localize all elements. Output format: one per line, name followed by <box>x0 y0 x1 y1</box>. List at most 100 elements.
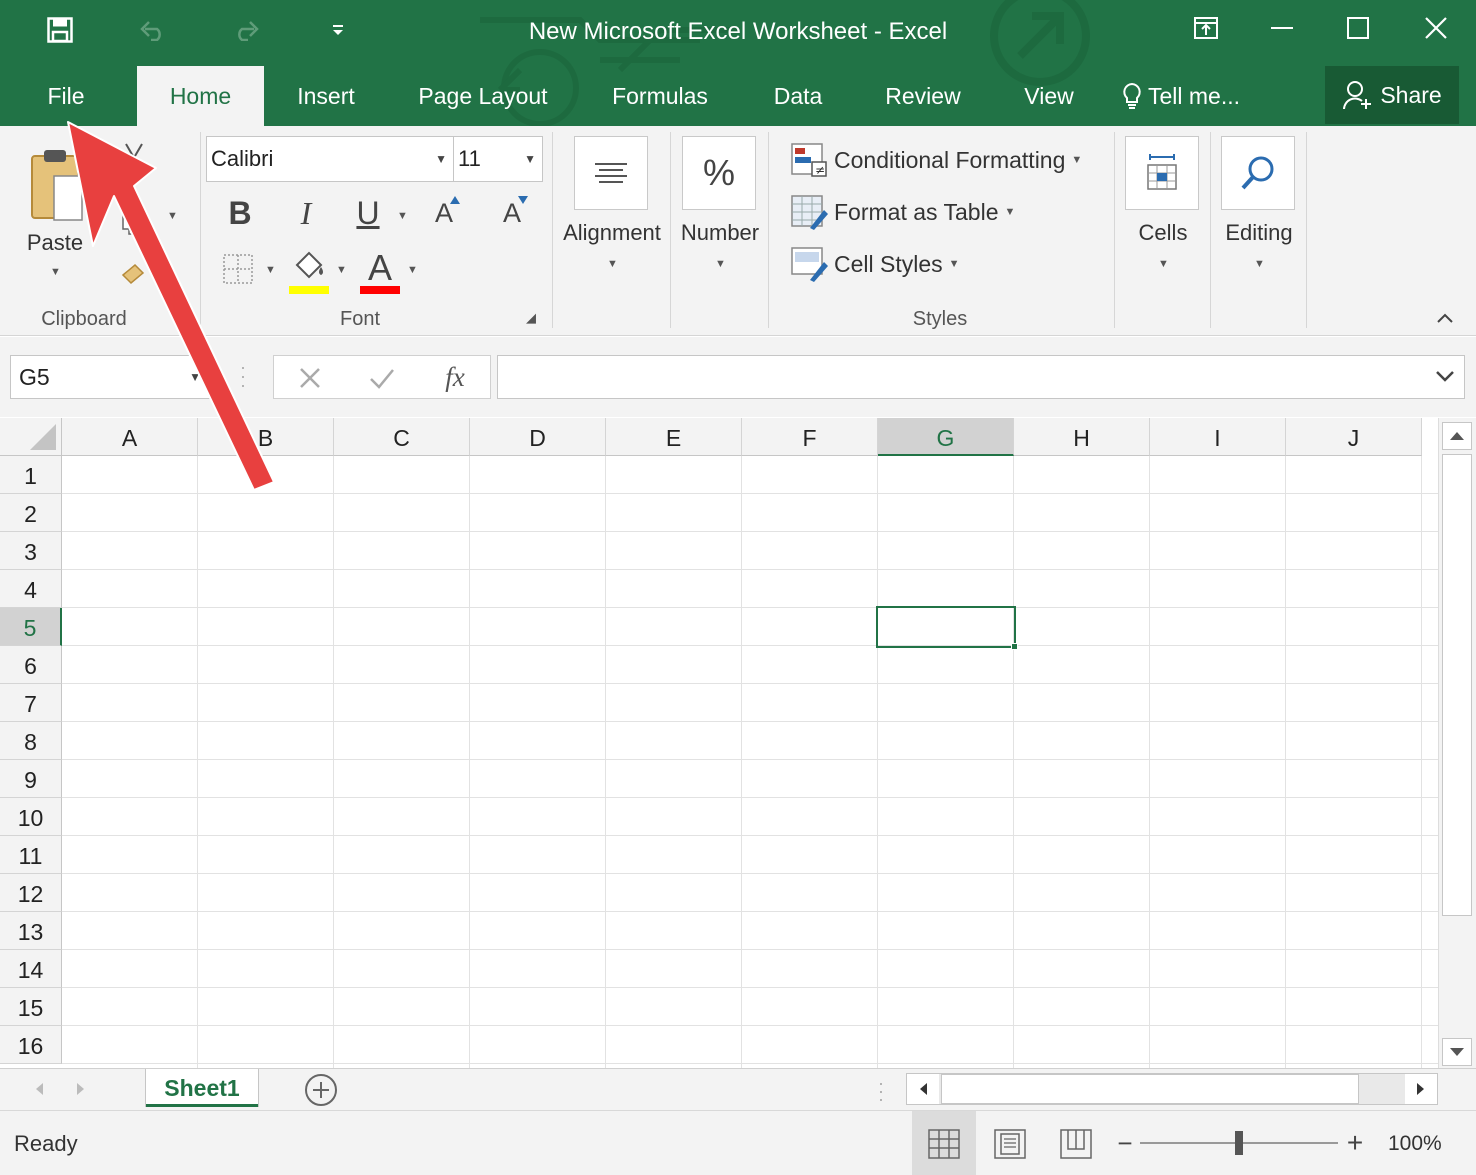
cut-icon[interactable] <box>112 138 156 182</box>
enter-checkmark-icon[interactable] <box>362 364 402 392</box>
cells-dropdown-icon[interactable]: ▼ <box>1158 258 1169 270</box>
new-sheet-icon[interactable] <box>302 1071 340 1109</box>
column-header-h[interactable]: H <box>1014 418 1150 456</box>
horizontal-scroll-thumb[interactable] <box>941 1074 1359 1104</box>
normal-view-button[interactable] <box>912 1111 976 1175</box>
format-as-table-button[interactable]: Format as Table ▼ <box>790 192 1015 232</box>
tab-view[interactable]: View <box>1012 66 1086 126</box>
paste-dropdown-icon[interactable]: ▼ <box>50 266 61 278</box>
tab-review[interactable]: Review <box>876 66 970 126</box>
vertical-scrollbar[interactable] <box>1438 418 1476 1068</box>
font-launcher-icon[interactable]: ◢ <box>526 310 536 326</box>
row-header-2[interactable]: 2 <box>0 494 62 532</box>
tab-file[interactable]: File <box>30 66 102 126</box>
row-header-15[interactable]: 15 <box>0 988 62 1026</box>
minimize-button[interactable] <box>1256 8 1308 48</box>
conditional-formatting-button[interactable]: ≠ Conditional Formatting ▼ <box>790 140 1082 180</box>
row-header-12[interactable]: 12 <box>0 874 62 912</box>
copy-icon[interactable] <box>112 198 156 242</box>
zoom-slider-thumb[interactable] <box>1235 1131 1243 1155</box>
row-header-14[interactable]: 14 <box>0 950 62 988</box>
row-header-5[interactable]: 5 <box>0 608 62 646</box>
tab-insert[interactable]: Insert <box>283 66 369 126</box>
tab-formulas[interactable]: Formulas <box>600 66 720 126</box>
next-sheet-icon[interactable] <box>70 1077 92 1101</box>
underline-button[interactable]: U <box>350 190 386 236</box>
splitter-handle[interactable]: · · · <box>240 358 246 394</box>
alignment-button[interactable] <box>574 136 648 210</box>
fill-color-icon[interactable] <box>287 244 331 294</box>
font-size-combobox[interactable]: 11 ▼ <box>453 136 543 182</box>
scroll-thumb[interactable] <box>1442 454 1472 916</box>
tab-splitter-handle[interactable]: · · · <box>878 1074 884 1108</box>
column-header-i[interactable]: I <box>1150 418 1286 456</box>
font-color-dropdown-icon[interactable]: ▼ <box>407 264 418 276</box>
font-name-combobox[interactable]: Calibri ▼ <box>206 136 454 182</box>
paste-button[interactable] <box>20 138 90 230</box>
chevron-down-icon[interactable]: ▼ <box>189 356 201 398</box>
row-header-1[interactable]: 1 <box>0 456 62 494</box>
borders-dropdown-icon[interactable]: ▼ <box>265 264 276 276</box>
expand-formula-bar-icon[interactable] <box>1434 368 1456 384</box>
column-header-f[interactable]: F <box>742 418 878 456</box>
zoom-in-button[interactable]: + <box>1342 1127 1368 1158</box>
tab-home[interactable]: Home <box>137 66 264 126</box>
row-header-16[interactable]: 16 <box>0 1026 62 1064</box>
horizontal-scrollbar[interactable] <box>906 1073 1438 1105</box>
column-header-c[interactable]: C <box>334 418 470 456</box>
row-header-3[interactable]: 3 <box>0 532 62 570</box>
column-header-g[interactable]: G <box>878 418 1014 456</box>
row-header-10[interactable]: 10 <box>0 798 62 836</box>
sheet-tab-sheet1[interactable]: Sheet1 <box>146 1069 258 1107</box>
row-header-6[interactable]: 6 <box>0 646 62 684</box>
fill-handle[interactable] <box>1011 643 1018 650</box>
number-button[interactable]: % <box>682 136 756 210</box>
cell-styles-button[interactable]: Cell Styles ▼ <box>790 244 960 284</box>
copy-dropdown-icon[interactable]: ▼ <box>167 210 178 222</box>
scroll-right-button[interactable] <box>1405 1074 1437 1104</box>
bold-button[interactable]: B <box>220 190 260 236</box>
share-button[interactable]: Share <box>1325 66 1459 124</box>
worksheet-grid[interactable]: ABCDEFGHIJ 1 2 3 4 5 6 7 8 9 10 11 12 13 14 15 16 <box>0 418 1438 1068</box>
font-color-button[interactable]: A <box>358 242 402 294</box>
cancel-icon[interactable] <box>290 364 330 392</box>
underline-dropdown-icon[interactable]: ▼ <box>397 210 408 222</box>
tab-page-layout[interactable]: Page Layout <box>410 66 556 126</box>
column-header-d[interactable]: D <box>470 418 606 456</box>
tab-data[interactable]: Data <box>762 66 834 126</box>
zoom-out-button[interactable]: − <box>1114 1128 1136 1158</box>
row-header-8[interactable]: 8 <box>0 722 62 760</box>
scroll-down-button[interactable] <box>1442 1038 1472 1066</box>
row-header-11[interactable]: 11 <box>0 836 62 874</box>
row-header-9[interactable]: 9 <box>0 760 62 798</box>
decrease-font-size-button[interactable]: A <box>494 190 530 236</box>
column-header-j[interactable]: J <box>1286 418 1422 456</box>
ribbon-display-options-icon[interactable] <box>1180 8 1232 48</box>
fill-color-dropdown-icon[interactable]: ▼ <box>336 264 347 276</box>
insert-function-button[interactable]: fx <box>432 360 478 394</box>
collapse-ribbon-icon[interactable] <box>1430 306 1460 330</box>
tell-me-search[interactable]: Tell me... <box>1122 66 1254 126</box>
row-header-7[interactable]: 7 <box>0 684 62 722</box>
column-header-e[interactable]: E <box>606 418 742 456</box>
row-header-4[interactable]: 4 <box>0 570 62 608</box>
zoom-level[interactable]: 100% <box>1388 1132 1442 1156</box>
select-all-corner[interactable] <box>0 418 62 456</box>
cells-button[interactable] <box>1125 136 1199 210</box>
page-break-view-button[interactable] <box>1044 1111 1108 1175</box>
row-header-13[interactable]: 13 <box>0 912 62 950</box>
increase-font-size-button[interactable]: A <box>426 190 462 236</box>
borders-icon[interactable] <box>218 248 258 290</box>
format-painter-icon[interactable] <box>112 254 156 294</box>
clipboard-launcher-icon[interactable]: ◢ <box>178 310 188 326</box>
column-header-b[interactable]: B <box>198 418 334 456</box>
alignment-dropdown-icon[interactable]: ▼ <box>607 258 618 270</box>
scroll-up-button[interactable] <box>1442 422 1472 450</box>
name-box[interactable]: G5 ▼ <box>10 355 210 399</box>
maximize-button[interactable] <box>1332 8 1384 48</box>
page-layout-view-button[interactable] <box>978 1111 1042 1175</box>
scroll-left-button[interactable] <box>907 1074 939 1104</box>
active-cell[interactable] <box>876 606 1016 648</box>
column-header-a[interactable]: A <box>62 418 198 456</box>
number-dropdown-icon[interactable]: ▼ <box>715 258 726 270</box>
